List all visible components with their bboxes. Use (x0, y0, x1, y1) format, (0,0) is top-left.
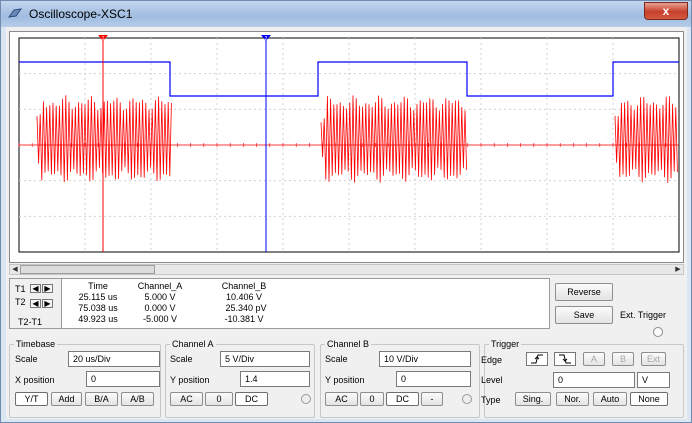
channel-b-ypos-label: Y position (325, 375, 365, 385)
trigger-source-a-button[interactable]: A (583, 352, 605, 366)
type-label: Type (481, 395, 501, 405)
timebase-scale-label: Scale (15, 354, 38, 364)
t2-time: 75.038 us (78, 303, 118, 313)
x-position-label: X position (15, 375, 55, 385)
channel-b-invert-button[interactable]: - (421, 392, 443, 406)
channel-a-zero-button[interactable]: 0 (205, 392, 233, 406)
cursor-labels: T1 ◀ ▶ T2 ◀ ▶ T2-T1 (10, 279, 62, 328)
timebase-scale-field[interactable]: 20 us/Div (68, 351, 160, 367)
yt-mode-button[interactable]: Y/T (15, 392, 48, 406)
diff-channel-a: -5.000 V (142, 314, 178, 324)
trigger-level-field[interactable]: 0 (553, 372, 635, 388)
trigger-none-button[interactable]: None (630, 392, 668, 406)
channel-a-scale-field[interactable]: 5 V/Div (220, 351, 310, 367)
t1-right-arrow-icon[interactable]: ▶ (42, 284, 53, 293)
trigger-auto-button[interactable]: Auto (593, 392, 627, 406)
scope-display[interactable]: 1 2 (9, 31, 684, 263)
header-time: Time (88, 281, 108, 291)
t1-time: 25.115 us (78, 292, 118, 302)
ba-mode-button[interactable]: B/A (85, 392, 118, 406)
channel-a-trace (36, 95, 678, 183)
t1-left-arrow-icon[interactable]: ◀ (30, 284, 41, 293)
close-icon: x (662, 4, 670, 18)
edge-label: Edge (481, 355, 503, 365)
cursor-t1-number: 1 (102, 36, 105, 42)
trigger-source-b-button[interactable]: B (612, 352, 634, 366)
add-mode-button[interactable]: Add (51, 392, 82, 406)
rising-edge-icon (531, 354, 543, 364)
channel-b-scale-field[interactable]: 10 V/Div (379, 351, 471, 367)
t1-channel-b: 10.406 V (225, 292, 263, 302)
t2-left-arrow-icon[interactable]: ◀ (30, 299, 41, 308)
x-position-field[interactable]: 0 (86, 371, 160, 387)
trigger-legend: Trigger (491, 339, 520, 349)
trigger-normal-button[interactable]: Nor. (556, 392, 589, 406)
t1-channel-a: 5.000 V (144, 292, 176, 302)
oscilloscope-app-icon (8, 8, 22, 18)
window-title: Oscilloscope-XSC1 (29, 7, 133, 21)
channel-b-ypos-field[interactable]: 0 (396, 371, 471, 387)
waveform-plot: 1 2 (18, 35, 680, 253)
channel-b-settings-icon[interactable] (462, 394, 472, 404)
channel-b-zero-button[interactable]: 0 (360, 392, 384, 406)
channel-a-settings-icon[interactable] (301, 394, 311, 404)
channel-a-dc-button[interactable]: DC (235, 392, 268, 406)
oscilloscope-window: Oscilloscope-XSC1 x 1 2 ◀ ▶ T1 ◀ ▶ T2 ◀ … (0, 0, 692, 423)
scroll-left-icon[interactable]: ◀ (10, 265, 20, 274)
channel-a-ac-button[interactable]: AC (170, 392, 203, 406)
channel-b-legend: Channel B (327, 339, 370, 349)
channel-b-dc-button[interactable]: DC (386, 392, 419, 406)
header-channel-a: Channel_A (137, 281, 183, 291)
channel-a-ypos-label: Y position (170, 375, 210, 385)
reverse-button[interactable]: Reverse (555, 283, 613, 301)
ab-mode-button[interactable]: A/B (121, 392, 154, 406)
t2-channel-a: 0.000 V (144, 303, 176, 313)
ext-trigger-terminal[interactable] (653, 327, 663, 337)
ext-trigger-label: Ext. Trigger (620, 310, 667, 320)
horizontal-scrollbar[interactable]: ◀ ▶ (9, 264, 684, 275)
cursor-t2-number: 2 (265, 36, 268, 42)
t1-label: T1 (15, 284, 26, 294)
channel-a-legend: Channel A (172, 339, 214, 349)
cursor-readout-panel: T1 ◀ ▶ T2 ◀ ▶ T2-T1 Time Channel_A Chann… (9, 278, 550, 329)
scrollbar-thumb[interactable] (20, 265, 155, 274)
falling-edge-button[interactable] (554, 352, 576, 366)
header-channel-b: Channel_B (221, 281, 267, 291)
save-button[interactable]: Save (555, 306, 613, 324)
t2-t1-label: T2-T1 (18, 317, 43, 327)
channel-a-scale-label: Scale (170, 354, 193, 364)
trigger-level-unit[interactable]: V (637, 372, 670, 388)
timebase-legend: Timebase (16, 339, 56, 349)
falling-edge-icon (559, 354, 571, 364)
scroll-right-icon[interactable]: ▶ (673, 265, 683, 274)
trigger-source-ext-button[interactable]: Ext (641, 352, 666, 366)
channel-b-scale-label: Scale (325, 354, 348, 364)
diff-channel-b: -10.381 V (224, 314, 264, 324)
close-button[interactable]: x (644, 2, 688, 20)
rising-edge-button[interactable] (526, 352, 548, 366)
t2-right-arrow-icon[interactable]: ▶ (42, 299, 53, 308)
level-label: Level (481, 375, 503, 385)
channel-b-ac-button[interactable]: AC (325, 392, 358, 406)
t2-channel-b: 25.340 pV (225, 303, 267, 313)
oscilloscope-panel: 1 2 ◀ ▶ T1 ◀ ▶ T2 ◀ ▶ T2-T1 Time Channel… (6, 27, 687, 419)
channel-a-ypos-field[interactable]: 1.4 (240, 371, 310, 387)
t2-label: T2 (15, 297, 26, 307)
trigger-single-button[interactable]: Sing. (515, 392, 551, 406)
title-bar[interactable]: Oscilloscope-XSC1 x (1, 1, 691, 27)
diff-time: 49.923 us (78, 314, 118, 324)
